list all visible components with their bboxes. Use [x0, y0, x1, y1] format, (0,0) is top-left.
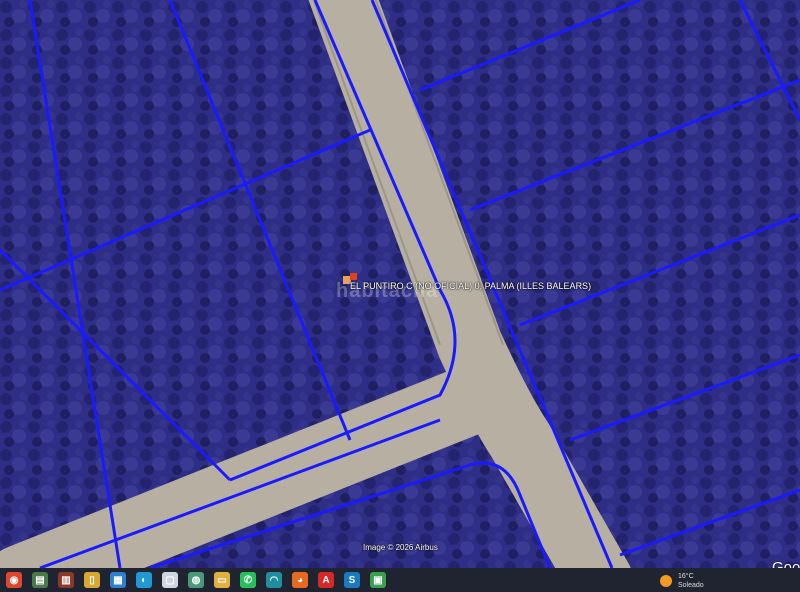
spreadsheet-app-icon[interactable]: ▤ [32, 572, 48, 588]
weather-widget[interactable]: 16°C Soleado [660, 572, 704, 590]
parcel-label[interactable]: EL PUNTIRO C (NO OFICIAL) 0, PALMA (ILLE… [350, 281, 591, 291]
wifi-app-icon[interactable]: ◠ [266, 572, 282, 588]
photos-app-icon[interactable]: ▦ [110, 572, 126, 588]
document-icon[interactable]: ▢ [162, 572, 178, 588]
sun-icon [660, 575, 672, 587]
scribus-icon[interactable]: S [344, 572, 360, 588]
acrobat-icon[interactable]: A [318, 572, 334, 588]
weather-condition: Soleado [678, 582, 704, 589]
whatsapp-icon[interactable]: ✆ [240, 572, 256, 588]
globe-app-icon[interactable]: ◍ [188, 572, 204, 588]
map-view[interactable]: habitaclia EL PUNTIRO C (NO OFICIAL) 0, … [0, 0, 800, 568]
provider-logo: Goog [772, 559, 800, 568]
weather-temperature: 16°C [678, 573, 694, 580]
file-explorer-icon[interactable]: ▯ [84, 572, 100, 588]
map-attribution: Image © 2026 Airbus [363, 543, 438, 552]
edge-browser-icon[interactable]: ◐ [136, 572, 152, 588]
presentation-app-icon[interactable]: ▥ [58, 572, 74, 588]
folder-icon[interactable]: ▭ [214, 572, 230, 588]
firefox-icon[interactable]: ◕ [292, 572, 308, 588]
green-app-icon[interactable]: ▣ [370, 572, 386, 588]
chrome-icon[interactable]: ◉ [6, 572, 22, 588]
